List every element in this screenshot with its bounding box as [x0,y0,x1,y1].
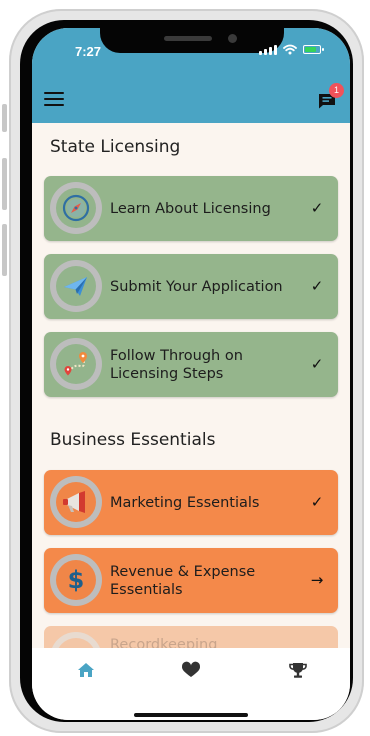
volume-down-button [2,224,7,276]
volume-up-button [2,158,7,210]
paper-plane-icon [56,266,96,306]
check-icon: ✓ [310,355,324,373]
status-time: 7:27 [75,44,102,59]
card-recordkeeping[interactable]: Recordkeeping [44,626,338,648]
check-icon: ✓ [310,493,324,511]
wifi-icon [283,44,297,55]
status-icons [259,44,324,55]
compass-icon [56,188,96,228]
front-camera [228,34,237,43]
card-learn-about-licensing[interactable]: Learn About Licensing ✓ [44,176,338,241]
route-map-icon [56,344,96,384]
card-revenue-expense-essentials[interactable]: $ Revenue & Expense Essentials → [44,548,338,613]
notification-badge: 1 [329,83,344,98]
hamburger-menu-button[interactable] [44,92,64,106]
section-title-state-licensing: State Licensing [50,137,181,157]
card-marketing-essentials[interactable]: Marketing Essentials ✓ [44,470,338,535]
speaker [164,36,212,41]
battery-icon [303,45,324,54]
card-submit-your-application[interactable]: Submit Your Application ✓ [44,254,338,319]
app-screen: 7:27 1 State Licensing Learn About Licen… [32,28,350,720]
heart-icon[interactable] [180,660,202,680]
ledger-icon [56,638,96,648]
app-header: 7:27 1 [32,28,350,123]
section-title-business-essentials: Business Essentials [50,430,216,450]
card-label: Follow Through on Licensing Steps [110,347,243,382]
ring-switch [2,104,7,132]
signal-icon [259,44,277,55]
bottom-tab-bar [32,648,350,720]
notch [100,28,284,53]
card-label: Recordkeeping [110,637,218,648]
check-icon: ✓ [310,277,324,295]
trophy-icon[interactable] [287,660,309,680]
card-label: Learn About Licensing [110,200,271,217]
home-indicator [134,713,248,717]
card-label: Revenue & Expense Essentials [110,563,256,598]
card-label: Submit Your Application [110,278,283,295]
home-icon[interactable] [75,660,97,680]
svg-text:$: $ [68,566,85,594]
module-list[interactable]: State Licensing Learn About Licensing ✓ [32,123,350,648]
card-follow-through-licensing[interactable]: Follow Through on Licensing Steps ✓ [44,332,338,397]
check-icon: ✓ [310,199,324,217]
card-label: Marketing Essentials [110,494,260,511]
dollar-icon: $ [56,560,96,600]
arrow-right-icon: → [310,571,324,589]
megaphone-icon [56,482,96,522]
